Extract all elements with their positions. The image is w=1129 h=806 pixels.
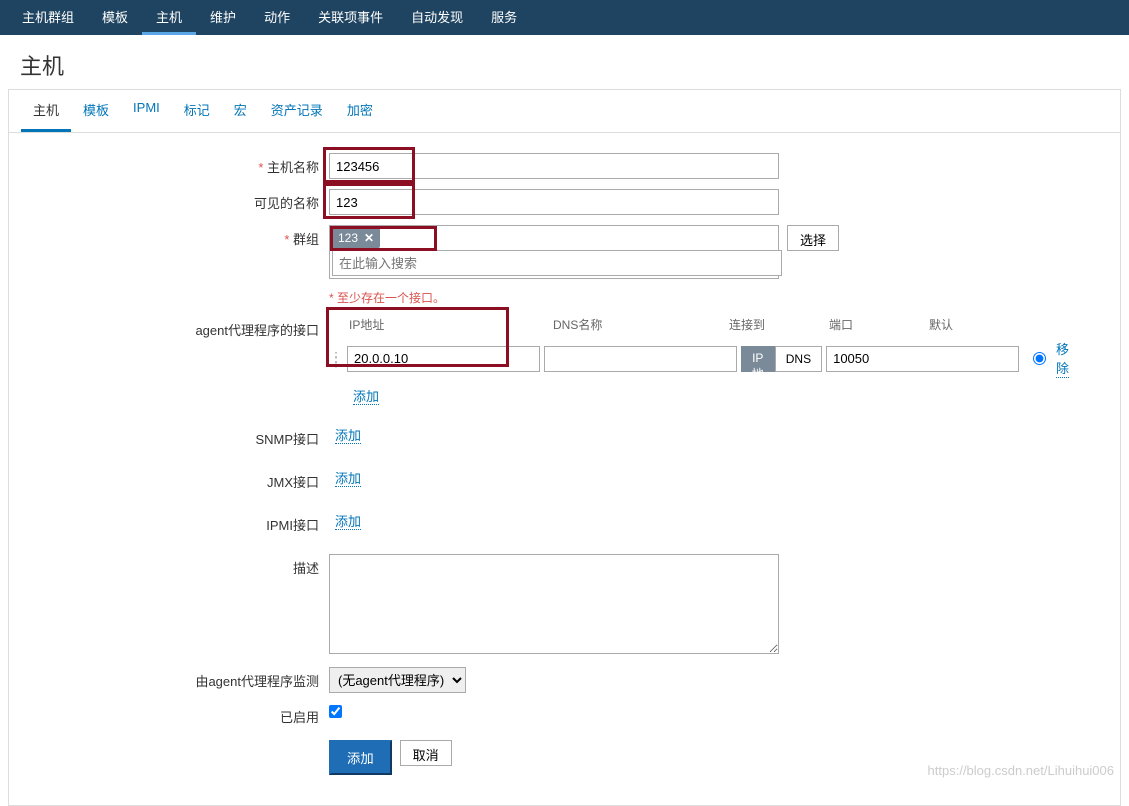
jmx-label: JMX接口 [29,468,329,491]
tab-encryption[interactable]: 加密 [335,90,385,132]
tab-host[interactable]: 主机 [21,90,71,132]
add-snmp-link[interactable]: 添加 [335,428,361,444]
add-agent-interface-link[interactable]: 添加 [353,389,379,405]
interface-warning: * 至少存在一个接口。 [329,291,445,305]
agent-interface-label: agent代理程序的接口 [29,316,329,339]
default-radio[interactable] [1033,352,1046,365]
nav-host-groups[interactable]: 主机群组 [8,0,88,35]
enabled-checkbox[interactable] [329,705,342,718]
nav-actions[interactable]: 动作 [250,0,304,35]
port-input[interactable] [826,346,1019,372]
page-title: 主机 [0,35,1129,89]
tab-tags[interactable]: 标记 [172,90,222,132]
tab-ipmi[interactable]: IPMI [121,90,172,132]
connect-dns-toggle[interactable]: DNS [775,346,822,372]
visible-name-label: 可见的名称 [29,189,329,212]
remove-interface-link[interactable]: 移除 [1056,339,1069,378]
drag-handle-icon[interactable]: ⋮⋮⋮⋮ [329,355,343,363]
nav-templates[interactable]: 模板 [88,0,142,35]
host-name-input[interactable] [329,153,779,179]
connect-ip-toggle[interactable]: IP地址 [741,346,775,372]
description-textarea[interactable] [329,554,779,654]
col-ip-header: IP地址 [329,316,549,333]
dns-name-input[interactable] [544,346,737,372]
tab-inventory[interactable]: 资产记录 [259,90,335,132]
add-button[interactable]: 添加 [329,740,392,775]
col-dns-header: DNS名称 [549,316,729,333]
select-group-button[interactable]: 选择 [787,225,839,251]
enabled-label: 已启用 [29,703,329,726]
tabs: 主机 模板 IPMI 标记 宏 资产记录 加密 [9,90,1120,133]
top-nav: 主机群组 模板 主机 维护 动作 关联项事件 自动发现 服务 [0,0,1129,35]
nav-maintenance[interactable]: 维护 [196,0,250,35]
tab-templates[interactable]: 模板 [71,90,121,132]
monitored-by-select[interactable]: (无agent代理程序) [329,667,466,693]
host-name-label: 主机名称 [29,153,329,176]
group-tag-container[interactable]: 123 ✕ [329,225,779,279]
tab-macros[interactable]: 宏 [222,90,259,132]
watermark: https://blog.csdn.net/Lihuihui006 [928,763,1114,778]
add-jmx-link[interactable]: 添加 [335,471,361,487]
group-search-input[interactable] [332,250,782,276]
ipmi-label: IPMI接口 [29,511,329,534]
col-default-header: 默认 [929,316,989,333]
visible-name-input[interactable] [329,189,779,215]
description-label: 描述 [29,554,329,577]
nav-correlation[interactable]: 关联项事件 [304,0,397,35]
group-tag[interactable]: 123 ✕ [332,228,380,248]
group-label: 群组 [29,225,329,248]
form-area: 主机名称 可见的名称 群组 123 ✕ [9,133,1120,805]
col-connect-header: 连接到 [729,316,829,333]
nav-discovery[interactable]: 自动发现 [397,0,477,35]
add-ipmi-link[interactable]: 添加 [335,514,361,530]
nav-hosts[interactable]: 主机 [142,0,196,35]
ip-address-input[interactable] [347,346,540,372]
monitored-by-label: 由agent代理程序监测 [29,667,329,690]
col-port-header: 端口 [829,316,929,333]
group-tag-remove-icon[interactable]: ✕ [364,231,374,245]
content-panel: 主机 模板 IPMI 标记 宏 资产记录 加密 主机名称 可见的名称 群组 [8,89,1121,806]
nav-services[interactable]: 服务 [477,0,531,35]
agent-interface-row: ⋮⋮⋮⋮ IP地址 DNS 移除 [329,339,1069,378]
snmp-label: SNMP接口 [29,425,329,448]
group-tag-text: 123 [338,231,358,245]
cancel-button[interactable]: 取消 [400,740,452,766]
